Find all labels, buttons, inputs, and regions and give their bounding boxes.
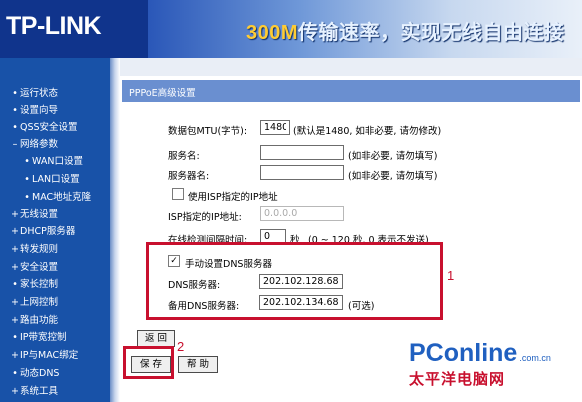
isp-ip-label: ISP指定的IP地址: bbox=[168, 212, 242, 223]
banner-slogan: 300M传输速率，实现无线自由连接 bbox=[246, 16, 565, 45]
sidebar-item-label: 无线设置 bbox=[20, 209, 59, 220]
tp-link-logo: TP-LINK bbox=[6, 12, 102, 40]
back-button[interactable]: 返 回 bbox=[137, 330, 175, 347]
sidebar-item-label: IP带宽控制 bbox=[20, 332, 67, 343]
sidebar-item-parental[interactable]: • 家长控制 bbox=[0, 277, 110, 293]
sidebar-item-ip-mac-binding[interactable]: +IP与MAC绑定 bbox=[0, 348, 110, 364]
sidebar-item-qss[interactable]: • QSS安全设置 bbox=[0, 120, 110, 136]
expand-icon: + bbox=[11, 297, 19, 308]
service-name-hint: (如非必要, 请勿填写) bbox=[348, 151, 438, 162]
sidebar-nav: • 运行状态 • 设置向导 • QSS安全设置 – 网络参数 • WAN口设置 • LAN口… bbox=[0, 58, 110, 402]
service-name-label: 服务名: bbox=[168, 151, 200, 162]
bullet-icon: • bbox=[12, 88, 18, 99]
sidebar-item-routing[interactable]: +路由功能 bbox=[0, 313, 110, 329]
expand-icon: + bbox=[11, 209, 19, 220]
expand-icon: + bbox=[11, 386, 19, 397]
help-button[interactable]: 帮 助 bbox=[178, 356, 218, 373]
annotation-number-2: 2 bbox=[177, 339, 185, 354]
panel-title-bar: PPPoE高级设置 bbox=[122, 80, 580, 102]
isp-ip-checkbox[interactable] bbox=[172, 188, 184, 200]
sidebar-item-wizard[interactable]: • 设置向导 bbox=[0, 103, 110, 119]
sidebar-item-ddns[interactable]: • 动态DNS bbox=[0, 366, 110, 382]
sidebar-divider bbox=[110, 58, 120, 402]
server-name-input[interactable] bbox=[260, 165, 344, 180]
sidebar-item-label: IP与MAC绑定 bbox=[20, 350, 79, 361]
sidebar-item-bandwidth[interactable]: • IP带宽控制 bbox=[0, 330, 110, 346]
server-name-label: 服务器名: bbox=[168, 171, 210, 182]
slogan-text: 传输速率，实现无线自由连接 bbox=[298, 22, 565, 44]
sidebar-item-label: LAN口设置 bbox=[32, 174, 80, 185]
manual-dns-label: 手动设置DNS服务器 bbox=[185, 259, 272, 270]
bullet-icon: • bbox=[24, 156, 30, 167]
slogan-speed: 300M bbox=[246, 22, 299, 44]
sidebar-item-label: 路由功能 bbox=[20, 315, 59, 326]
mtu-hint: (默认是1480, 如非必要, 请勿修改) bbox=[293, 126, 442, 137]
bullet-icon: • bbox=[12, 279, 18, 290]
sidebar-item-system-tools[interactable]: +系统工具 bbox=[0, 384, 110, 400]
sidebar-item-label: QSS安全设置 bbox=[20, 122, 78, 133]
dns-server-label: DNS服务器: bbox=[168, 280, 221, 291]
mtu-label: 数据包MTU(字节): bbox=[168, 126, 248, 137]
sidebar-item-label: 转发规则 bbox=[20, 244, 59, 255]
watermark-domain: .com.cn bbox=[519, 353, 551, 363]
sidebar-item-network[interactable]: – 网络参数 bbox=[0, 137, 110, 153]
expand-icon: + bbox=[11, 262, 19, 273]
bullet-icon: • bbox=[24, 192, 30, 203]
sidebar-item-security[interactable]: +安全设置 bbox=[0, 260, 110, 276]
header-banner: TP-LINK 300M传输速率，实现无线自由连接 bbox=[0, 0, 582, 58]
sidebar-item-label: MAC地址克隆 bbox=[32, 192, 92, 203]
bullet-icon: • bbox=[24, 174, 30, 185]
sidebar-item-dhcp[interactable]: +DHCP服务器 bbox=[0, 224, 110, 240]
mtu-input[interactable] bbox=[260, 120, 290, 135]
panel-title: PPPoE高级设置 bbox=[129, 88, 196, 99]
sidebar-item-label: DHCP服务器 bbox=[20, 226, 76, 237]
expand-icon: + bbox=[11, 226, 19, 237]
sidebar-item-lan[interactable]: • LAN口设置 bbox=[0, 172, 110, 188]
expand-icon: + bbox=[11, 244, 19, 255]
backup-dns-label: 备用DNS服务器: bbox=[168, 301, 240, 312]
sidebar-item-mac-clone[interactable]: • MAC地址克隆 bbox=[0, 190, 110, 206]
sidebar-item-label: WAN口设置 bbox=[32, 156, 83, 167]
expand-icon: + bbox=[11, 350, 19, 361]
sidebar-item-label: 运行状态 bbox=[20, 88, 59, 99]
main-top-strip bbox=[120, 58, 582, 76]
sidebar-item-wan[interactable]: • WAN口设置 bbox=[0, 154, 110, 170]
service-name-input[interactable] bbox=[260, 145, 344, 160]
sidebar-item-forwarding[interactable]: +转发规则 bbox=[0, 242, 110, 258]
server-name-hint: (如非必要, 请勿填写) bbox=[348, 171, 438, 182]
sidebar-item-label: 网络参数 bbox=[20, 139, 59, 150]
backup-dns-input[interactable] bbox=[259, 295, 343, 310]
sidebar-item-label: 家长控制 bbox=[20, 279, 59, 290]
bullet-icon: • bbox=[12, 368, 18, 379]
dns-server-input[interactable] bbox=[259, 274, 343, 289]
watermark-brand: PConline bbox=[409, 339, 518, 367]
annotation-number-1: 1 bbox=[447, 268, 455, 283]
sidebar-item-label: 设置向导 bbox=[20, 105, 59, 116]
sidebar-item-status[interactable]: • 运行状态 bbox=[0, 86, 110, 102]
expand-icon: + bbox=[11, 315, 19, 326]
sidebar-item-wireless[interactable]: +无线设置 bbox=[0, 207, 110, 223]
sidebar-item-label: 系统工具 bbox=[20, 386, 59, 397]
sidebar-item-access-control[interactable]: +上网控制 bbox=[0, 295, 110, 311]
watermark-subtitle: 太平洋电脑网 bbox=[409, 371, 506, 388]
bullet-icon: • bbox=[12, 122, 18, 133]
bullet-icon: • bbox=[12, 105, 18, 116]
pconline-watermark: PConline .com.cn 太平洋电脑网 bbox=[409, 339, 551, 389]
sidebar-item-label: 安全设置 bbox=[20, 262, 59, 273]
backup-dns-hint: (可选) bbox=[348, 301, 375, 312]
sidebar-item-label: 上网控制 bbox=[20, 297, 59, 308]
isp-ip-input[interactable] bbox=[260, 206, 344, 221]
isp-ip-checkbox-label: 使用ISP指定的IP地址 bbox=[188, 192, 278, 203]
save-button[interactable]: 保 存 bbox=[131, 356, 171, 373]
collapse-icon: – bbox=[12, 139, 18, 150]
bullet-icon: • bbox=[12, 332, 18, 343]
sidebar-item-label: 动态DNS bbox=[20, 368, 60, 379]
manual-dns-checkbox[interactable]: ✓ bbox=[168, 255, 180, 267]
